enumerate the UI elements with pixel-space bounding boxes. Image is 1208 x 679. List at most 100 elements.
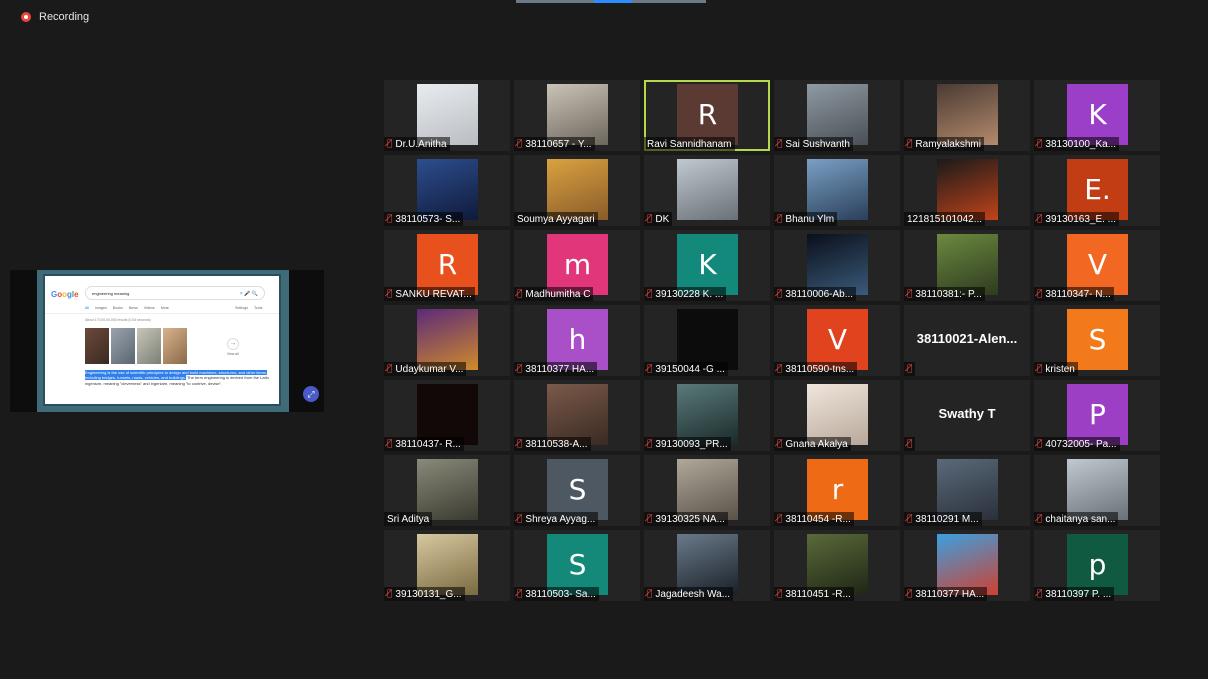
participant-tile[interactable]: 🎙̸ Gnana Akalya <box>774 380 900 451</box>
participant-name-label: 🎙̸ Gnana Akalya <box>774 437 851 451</box>
participant-name-label: 🎙̸ <box>904 437 916 451</box>
participant-avatar: S <box>1067 309 1128 370</box>
participant-tile[interactable]: Soumya Ayyagari <box>514 155 640 226</box>
mic-muted-icon: 🎙̸ <box>907 139 913 149</box>
participant-tile[interactable]: S 🎙̸ Shreya Ayyag... <box>514 455 640 526</box>
participant-avatar: p <box>1067 534 1128 595</box>
participant-tile[interactable]: K 🎙̸ 39130228 K. ... <box>644 230 770 301</box>
participant-tile[interactable]: 🎙̸ Sai Sushvanth <box>774 80 900 151</box>
tab-settings: Settings <box>235 306 248 310</box>
participant-name: 38110573- S... <box>395 213 461 225</box>
participant-tile[interactable]: 🎙̸ 39130325 NA... <box>644 455 770 526</box>
participant-video <box>1067 459 1128 520</box>
participant-name: Bhanu Ylm <box>785 213 835 225</box>
tab-news: News <box>128 306 138 310</box>
participant-tile[interactable]: 🎙̸ DK <box>644 155 770 226</box>
participant-video <box>937 459 998 520</box>
recording-icon <box>21 12 31 22</box>
mic-muted-icon: 🎙̸ <box>907 589 913 599</box>
participant-tile[interactable]: 🎙̸ chaitanya san... <box>1034 455 1160 526</box>
participant-tile[interactable]: r 🎙̸ 38110454 -R... <box>774 455 900 526</box>
participant-name-label: 🎙̸ 38110006-Ab... <box>774 287 857 301</box>
participant-tile[interactable]: h 🎙̸ 38110377 HA... <box>514 305 640 376</box>
participant-tile[interactable]: 🎙̸ 38110573- S... <box>384 155 510 226</box>
participant-name: 39130163_E. ... <box>1045 213 1117 225</box>
mic-muted-icon: 🎙̸ <box>387 589 393 599</box>
participant-tile[interactable]: 🎙̸ 38110437- R... <box>384 380 510 451</box>
participant-tile[interactable]: 🎙̸ Jagadeesh Wa... <box>644 530 770 601</box>
mic-muted-icon: 🎙̸ <box>647 439 653 449</box>
participant-tile[interactable]: S 🎙̸ kristen <box>1034 305 1160 376</box>
recording-indicator[interactable]: Recording <box>21 11 89 23</box>
mic-muted-icon: 🎙̸ <box>1037 139 1043 149</box>
participant-tile[interactable]: 🎙̸ Ramyalakshmi <box>904 80 1030 151</box>
participant-tile[interactable]: V 🎙̸ 38110590-tns... <box>774 305 900 376</box>
participant-tile[interactable]: R Ravi Sannidhanam <box>644 80 770 151</box>
participant-tile[interactable]: 🎙̸ Bhanu Ylm <box>774 155 900 226</box>
result-image <box>137 328 161 364</box>
participant-tile[interactable]: S 🎙̸ 38110503- Sa... <box>514 530 640 601</box>
participant-name: 38110397 P. ... <box>1045 588 1112 600</box>
participant-avatar: E. <box>1067 159 1128 220</box>
participant-name: Ravi Sannidhanam <box>647 138 732 150</box>
participant-tile[interactable]: 38110021-Alen... 🎙̸ <box>904 305 1030 376</box>
participant-name: 38130100_Ka... <box>1045 138 1117 150</box>
participant-tile[interactable]: 🎙̸ Dr.U.Anitha <box>384 80 510 151</box>
participant-tile[interactable]: 🎙̸ 38110291 M... <box>904 455 1030 526</box>
mic-muted-icon: 🎙̸ <box>1037 214 1043 224</box>
mic-muted-icon: 🎙̸ <box>777 289 783 299</box>
participant-tile[interactable]: 🎙̸ 38110006-Ab... <box>774 230 900 301</box>
participant-name: DK <box>655 213 670 225</box>
participant-name-label: 🎙̸ 38110573- S... <box>384 212 464 226</box>
mic-muted-icon: 🎙̸ <box>647 214 653 224</box>
participant-name: Sai Sushvanth <box>785 138 850 150</box>
participant-tile[interactable]: 🎙̸ 38110377 HA... <box>904 530 1030 601</box>
participant-video <box>417 459 478 520</box>
participant-tile[interactable]: 🎙̸ 38110538-A... <box>514 380 640 451</box>
participant-video <box>807 84 868 145</box>
participant-tile[interactable]: Sri Aditya <box>384 455 510 526</box>
participant-name-label: 🎙̸ 38110590-tns... <box>774 362 858 376</box>
participant-tile[interactable]: R 🎙̸ SANKU REVAT... <box>384 230 510 301</box>
participant-tile[interactable]: P 🎙̸ 40732005- Pa... <box>1034 380 1160 451</box>
participant-name-label: 🎙̸ chaitanya san... <box>1034 512 1119 526</box>
participant-tile[interactable]: V 🎙̸ 38110347- N... <box>1034 230 1160 301</box>
participant-tile[interactable]: 🎙̸ 38110381:- P... <box>904 230 1030 301</box>
participant-tile[interactable]: 121815101042... <box>904 155 1030 226</box>
google-logo: Google <box>51 290 79 299</box>
participant-tile[interactable]: p 🎙̸ 38110397 P. ... <box>1034 530 1160 601</box>
participant-video <box>677 459 738 520</box>
share-toggle-icon[interactable]: ⤢ <box>303 386 319 402</box>
participant-name: Ramyalakshmi <box>915 138 981 150</box>
participant-tile[interactable]: 🎙̸ 38110657 - Y... <box>514 80 640 151</box>
participant-tile[interactable]: 🎙̸ 39130093_PR... <box>644 380 770 451</box>
participant-tile[interactable]: 🎙̸ 38110451 -R... <box>774 530 900 601</box>
mic-muted-icon: 🎙̸ <box>647 364 653 374</box>
participant-name: chaitanya san... <box>1045 513 1116 525</box>
participant-name-label: 121815101042... <box>904 212 986 226</box>
mic-muted-icon: 🎙̸ <box>517 439 523 449</box>
search-tabs: All Images Books News Videos More <box>85 306 169 310</box>
participant-name-label: 🎙̸ 38110381:- P... <box>904 287 985 301</box>
shared-screen-frame: Google engineering meaning × 🎤 🔍 All Ima… <box>37 270 289 412</box>
participant-tile[interactable]: m 🎙̸ Madhumitha C <box>514 230 640 301</box>
participant-name-label: 🎙̸ Sai Sushvanth <box>774 137 853 151</box>
participant-tile[interactable]: Swathy T 🎙̸ <box>904 380 1030 451</box>
participant-tile[interactable]: E. 🎙̸ 39130163_E. ... <box>1034 155 1160 226</box>
participant-video <box>547 384 608 445</box>
participant-name-label: 🎙̸ 38110451 -R... <box>774 587 854 601</box>
participant-name-label: 🎙̸ Madhumitha C <box>514 287 594 301</box>
participant-avatar: K <box>677 234 738 295</box>
participant-tile[interactable]: 🎙̸ 39130131_G... <box>384 530 510 601</box>
mic-muted-icon: 🎙̸ <box>907 439 913 449</box>
shared-screen-thumbnail[interactable]: Google engineering meaning × 🎤 🔍 All Ima… <box>10 270 324 412</box>
participant-tile[interactable]: 🎙̸ Udaykumar V... <box>384 305 510 376</box>
participant-name: Sri Aditya <box>387 513 430 525</box>
participant-tile[interactable]: 🎙̸ 39150044 -G ... <box>644 305 770 376</box>
participant-video <box>677 309 738 370</box>
participant-tile[interactable]: K 🎙̸ 38130100_Ka... <box>1034 80 1160 151</box>
participant-name: 39150044 -G ... <box>655 363 725 375</box>
participant-name-label: 🎙̸ 38110538-A... <box>514 437 591 451</box>
participant-name-label: 🎙̸ Bhanu Ylm <box>774 212 838 226</box>
participant-name: 39130325 NA... <box>655 513 725 525</box>
